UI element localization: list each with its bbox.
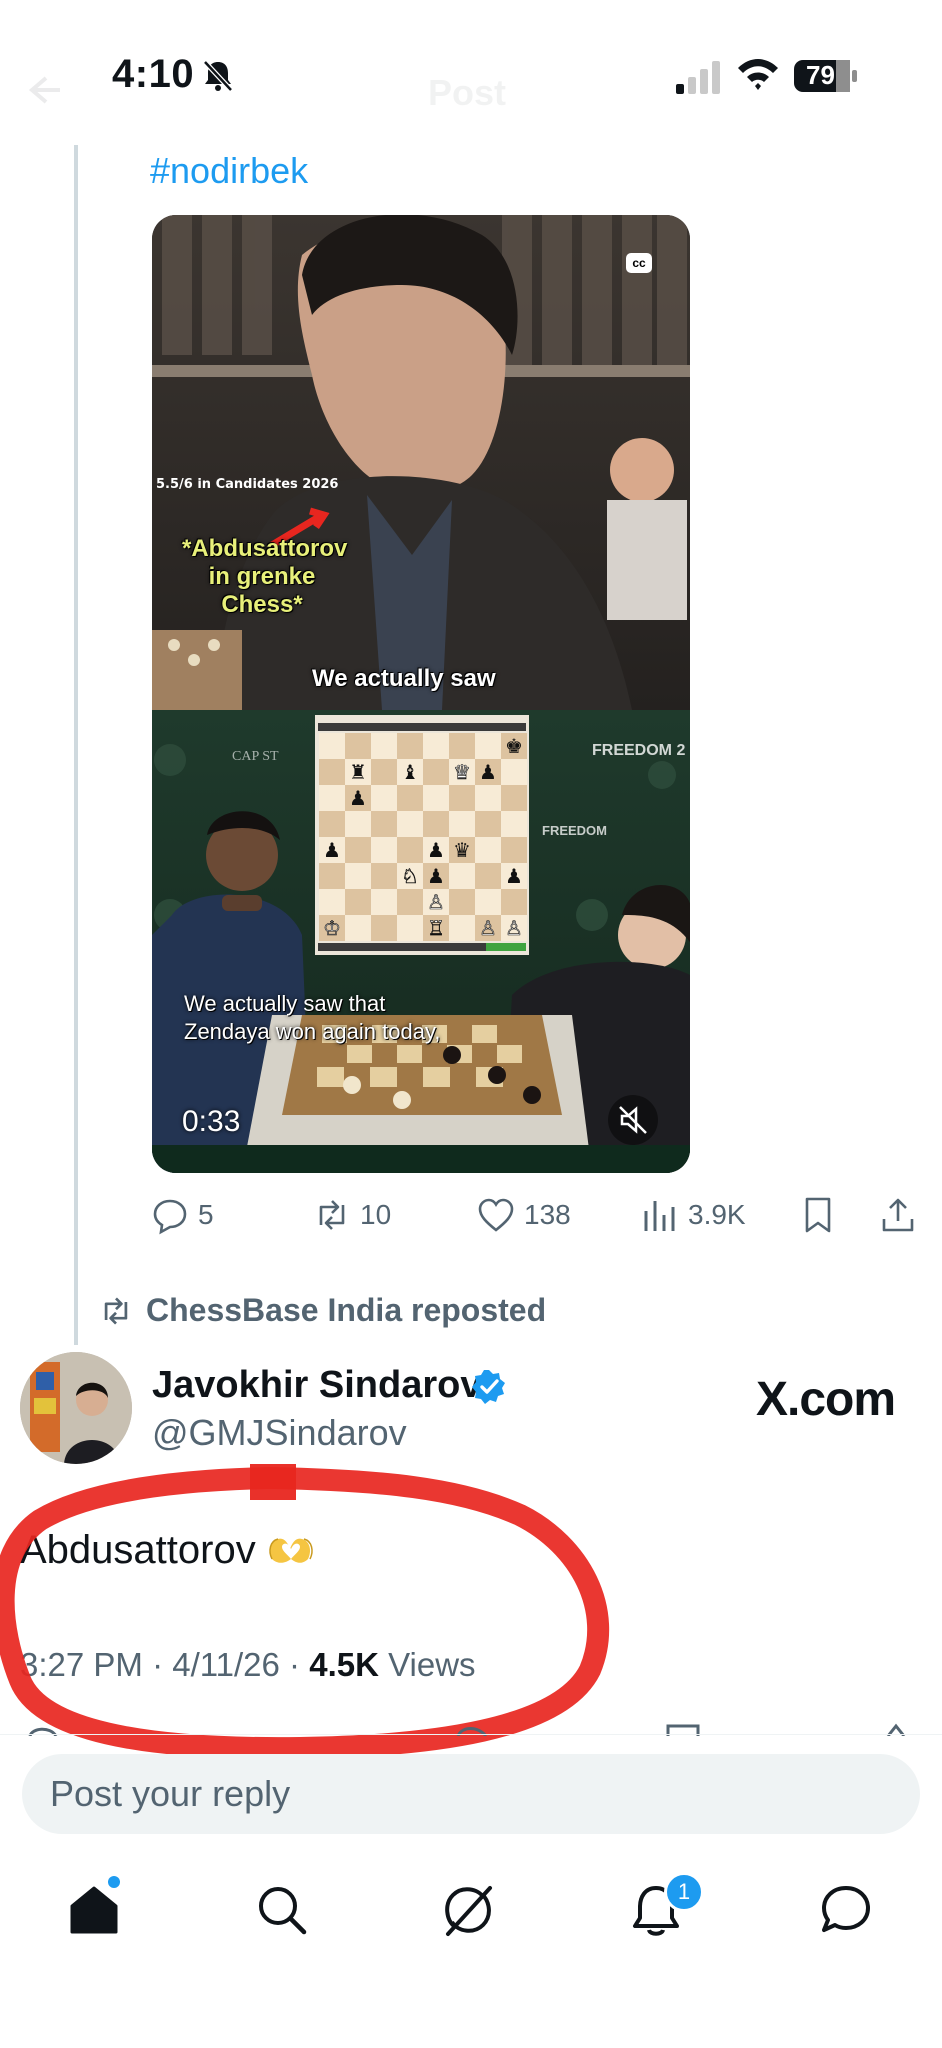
post-time: 3:27 PM: [20, 1646, 143, 1683]
video-caption-middle: We actually saw: [312, 665, 496, 692]
repost-icon: [104, 1296, 128, 1325]
search-icon[interactable]: [252, 1880, 312, 1940]
repost-count: 10: [360, 1199, 392, 1230]
repost-banner-text: ChessBase India reposted: [146, 1292, 547, 1328]
thread-connector-line: [74, 145, 78, 1345]
svg-text:♝: ♝: [401, 760, 419, 784]
post-views-count: 4.5K: [309, 1646, 379, 1683]
svg-text:♛: ♛: [453, 760, 471, 784]
svg-text:♙: ♙: [505, 916, 523, 940]
post-text: Abdusattorov: [20, 1528, 316, 1573]
share-icon: [882, 1198, 914, 1232]
battery-level: 79: [806, 60, 835, 90]
captions-button[interactable]: cc: [626, 253, 652, 273]
svg-text:♜: ♜: [349, 760, 367, 784]
status-time: 4:10: [112, 52, 195, 96]
heart-hands-emoji-icon: [268, 1538, 313, 1563]
avatar-image: [20, 1352, 132, 1464]
bottom-tab-bar: 1: [0, 1860, 942, 1960]
red-highlight-circle: [0, 1464, 610, 1760]
svg-text:♙: ♙: [479, 916, 497, 940]
x-logo-watermark: X.com: [756, 1373, 896, 1426]
svg-text:♔: ♔: [323, 916, 341, 940]
video-caption-top: *Abdusattorov in grenke Chess*: [182, 535, 348, 618]
svg-text:FREEDOM 2: FREEDOM 2: [592, 742, 685, 759]
notifications-badge: 1: [664, 1872, 704, 1912]
svg-text:♖: ♖: [427, 916, 445, 940]
back-arrow-icon[interactable]: [24, 70, 64, 110]
post-views-label[interactable]: Views: [388, 1646, 475, 1683]
verified-badge-icon: [472, 1370, 505, 1404]
share-action[interactable]: [878, 1190, 918, 1240]
author-handle[interactable]: @GMJSindarov: [152, 1412, 407, 1454]
reply-count: 5: [198, 1199, 214, 1230]
grok-icon[interactable]: [438, 1880, 498, 1940]
messages-icon[interactable]: [816, 1880, 876, 1940]
repost-action[interactable]: 10: [312, 1190, 391, 1240]
post-date: 4/11/26: [172, 1646, 280, 1683]
bell-muted-icon: [203, 60, 233, 92]
svg-text:♟: ♟: [427, 864, 445, 888]
bookmark-icon: [805, 1197, 831, 1233]
wifi-icon: [738, 59, 778, 90]
post-meta: 3:27 PM · 4/11/26 · 4.5K Views: [20, 1646, 476, 1683]
cellular-signal-icon: [676, 61, 720, 94]
views-action[interactable]: 3.9K: [640, 1190, 746, 1240]
nav-title: Post: [428, 72, 507, 113]
divider: [0, 1734, 942, 1735]
like-count: 138: [524, 1199, 571, 1230]
svg-text:CAP ST: CAP ST: [232, 749, 279, 764]
svg-text:♙: ♙: [427, 890, 445, 914]
svg-text:♛: ♛: [453, 838, 471, 862]
svg-text:♟: ♟: [505, 864, 523, 888]
video-player[interactable]: ♚ ♝ ♛ ♟ ♜ ♟ ♟ ♟ ♛ ♘ ♟ ♟ ♙ ♔ ♖ ♙ ♙ FREEDO…: [152, 215, 690, 1173]
views-bar-chart-icon: [644, 1201, 675, 1231]
views-count: 3.9K: [688, 1199, 746, 1230]
svg-text:♚: ♚: [505, 734, 523, 758]
svg-text:♘: ♘: [401, 864, 419, 888]
home-icon[interactable]: [64, 1880, 124, 1940]
reply-input[interactable]: Post your reply: [22, 1754, 920, 1834]
hashtag-link[interactable]: #nodirbek: [150, 150, 308, 192]
speaker-muted-icon: [619, 1106, 647, 1134]
author-avatar[interactable]: [20, 1352, 132, 1464]
status-bar: Post 4:10 79: [0, 0, 942, 150]
svg-text:FREEDOM: FREEDOM: [542, 823, 607, 838]
reply-bubble-icon: [153, 1199, 187, 1235]
mute-button[interactable]: [608, 1095, 658, 1145]
repost-icon: [319, 1200, 345, 1230]
svg-text:♟: ♟: [479, 760, 497, 784]
author-name[interactable]: Javokhir Sindarov: [152, 1364, 481, 1407]
video-duration: 0:33: [182, 1105, 241, 1138]
svg-text:♟: ♟: [323, 838, 341, 862]
svg-text:♟: ♟: [349, 786, 367, 810]
video-subtitle: We actually saw that Zendaya won again t…: [184, 991, 441, 1044]
overlay-stat-label: 5.5/6 in Candidates 2026: [156, 477, 339, 492]
like-action[interactable]: 138: [476, 1190, 571, 1240]
reply-action[interactable]: 5: [150, 1190, 214, 1240]
post-text-content: Abdusattorov: [20, 1528, 256, 1572]
post-actions-row: 5 10 138 3.9K: [150, 1190, 930, 1240]
repost-banner[interactable]: ChessBase India reposted: [98, 1292, 546, 1329]
bookmark-action[interactable]: [798, 1190, 838, 1240]
svg-text:♟: ♟: [427, 838, 445, 862]
home-new-dot: [108, 1876, 120, 1888]
heart-icon: [478, 1198, 514, 1232]
